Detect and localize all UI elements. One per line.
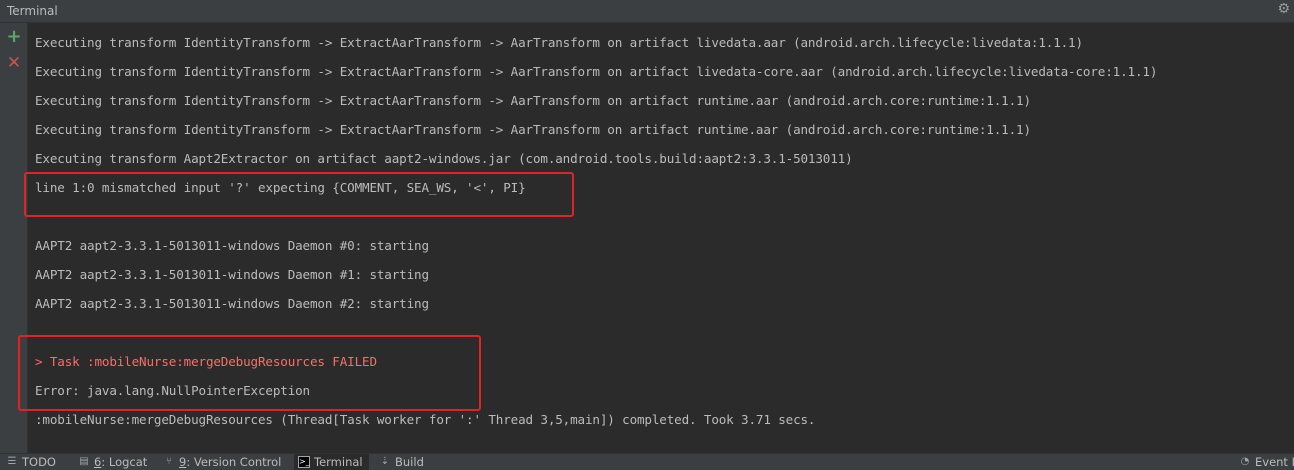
todo-icon: ☰ — [7, 456, 17, 467]
tab-label: TODO — [22, 455, 56, 469]
tab-logcat[interactable]: ▤ 6: Logcat — [78, 454, 147, 470]
console-line: Executing transform IdentityTransform ->… — [35, 93, 1031, 108]
console-line: Executing transform IdentityTransform ->… — [35, 122, 1031, 137]
console-line: Executing transform IdentityTransform ->… — [35, 64, 1158, 79]
highlight-box-parse-error — [24, 172, 574, 217]
tab-mnemonic: 9 — [179, 455, 187, 469]
terminal-output[interactable]: Executing transform IdentityTransform ->… — [18, 23, 1294, 453]
tool-window-title: Terminal — [7, 4, 58, 18]
tab-todo[interactable]: ☰ TODO — [6, 454, 56, 470]
tab-terminal[interactable]: >_ Terminal — [294, 454, 369, 470]
version-control-icon: ⑂ — [166, 456, 172, 467]
tab-label: : Logcat — [101, 455, 148, 469]
tab-version-control[interactable]: ⑂ 9: Version Control — [163, 454, 281, 470]
build-icon: ⇣ — [380, 456, 390, 467]
tab-label: Event L — [1255, 455, 1294, 469]
console-line: :mobileNurse:mergeDebugResources (Thread… — [35, 412, 816, 427]
tool-window-header: Terminal ⚙ — [0, 0, 1294, 23]
tab-label: Build — [395, 455, 424, 469]
event-log-icon: ◔ — [1240, 456, 1250, 467]
console-line: AAPT2 aapt2-3.3.1-5013011-windows Daemon… — [35, 267, 429, 282]
console-line: Executing transform Aapt2Extractor on ar… — [35, 151, 853, 166]
plus-icon[interactable]: + — [6, 28, 22, 46]
console-line: AAPT2 aapt2-3.3.1-5013011-windows Daemon… — [35, 238, 429, 253]
logcat-icon: ▤ — [79, 456, 89, 467]
console-line: Executing transform IdentityTransform ->… — [35, 35, 1083, 50]
tab-mnemonic: 6 — [94, 455, 102, 469]
close-icon[interactable]: ✕ — [6, 55, 22, 72]
console-line: AAPT2 aapt2-3.3.1-5013011-windows Daemon… — [35, 296, 429, 311]
terminal-icon: >_ — [298, 456, 310, 468]
highlight-box-task-failure — [18, 335, 481, 411]
tab-label: : Version Control — [186, 455, 282, 469]
tab-build[interactable]: ⇣ Build — [379, 454, 424, 470]
tab-event-log[interactable]: ◔ Event L — [1239, 454, 1294, 470]
tool-window-bar: ☰ TODO ▤ 6: Logcat ⑂ 9: Version Control … — [0, 453, 1294, 470]
tab-label: Terminal — [314, 455, 363, 469]
gear-icon[interactable]: ⚙ — [1277, 1, 1290, 17]
